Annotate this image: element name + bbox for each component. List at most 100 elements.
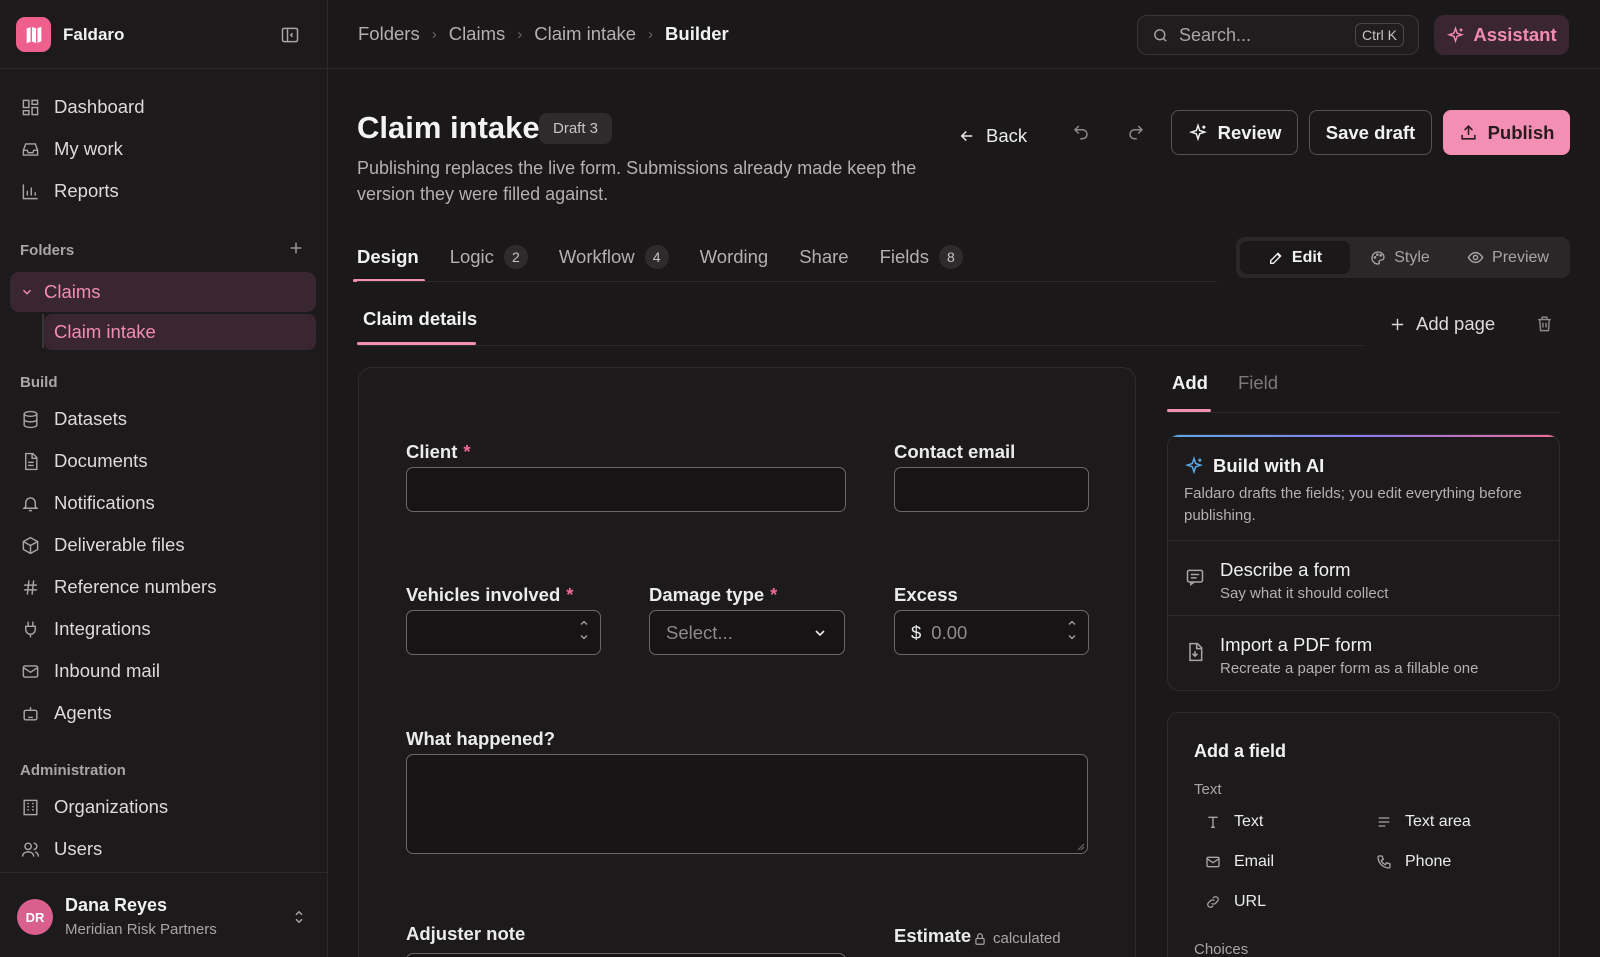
add-email-field[interactable]: Email <box>1204 853 1274 871</box>
tab-logic[interactable]: Logic 2 <box>450 240 528 274</box>
tab-design[interactable]: Design <box>353 240 425 282</box>
user-name: Dana Reyes <box>65 895 168 915</box>
add-text-field[interactable]: Text <box>1204 813 1263 831</box>
text-group-label: Text <box>1194 781 1222 798</box>
add-folder-plus-icon[interactable] <box>288 240 304 256</box>
sidebar-item-organizations[interactable]: Organizations <box>10 788 316 826</box>
sidebar-item-inbound-mail[interactable]: Inbound mail <box>10 652 316 690</box>
tab-label: Logic <box>449 246 494 267</box>
add-page-button[interactable]: Add page <box>1389 313 1495 335</box>
user-menu[interactable]: DR Dana Reyes Meridian Risk Partners <box>0 872 328 957</box>
redo-icon[interactable] <box>1127 123 1145 141</box>
client-input[interactable] <box>406 467 846 512</box>
mode-switch: Edit Style Preview <box>1236 237 1570 278</box>
sidebar-item-label: My work <box>54 138 123 159</box>
add-url-field[interactable]: URL <box>1204 893 1266 911</box>
tab-field[interactable]: Field <box>1238 372 1278 394</box>
sidebar-item-notifications[interactable]: Notifications <box>10 484 316 522</box>
search-placeholder: Search... <box>1179 24 1252 45</box>
import-pdf-form-option[interactable]: Import a PDF form Recreate a paper form … <box>1168 615 1559 690</box>
hash-icon <box>20 577 40 597</box>
chevron-down-icon[interactable] <box>578 631 590 643</box>
assistant-button[interactable]: Assistant <box>1434 15 1569 55</box>
tab-share[interactable]: Share <box>799 240 848 274</box>
vehicles-label-text: Vehicles involved <box>406 584 561 605</box>
save-draft-button[interactable]: Save draft <box>1309 110 1432 155</box>
sidebar-item-deliverable-files[interactable]: Deliverable files <box>10 526 316 564</box>
breadcrumb-claim-intake[interactable]: Claim intake <box>534 23 636 45</box>
back-button[interactable]: Back <box>958 118 1027 154</box>
chevron-up-icon[interactable] <box>578 617 590 629</box>
review-button[interactable]: Review <box>1171 110 1298 155</box>
assistant-label: Assistant <box>1473 24 1557 45</box>
tab-workflow[interactable]: Workflow 4 <box>559 240 669 274</box>
brand[interactable]: Faldaro <box>16 17 124 52</box>
required-marker: * <box>566 584 574 605</box>
estimate-label: Estimate <box>894 925 972 946</box>
sidebar-item-label: Users <box>54 838 103 859</box>
sparkle-icon <box>1184 456 1204 476</box>
sidebar-item-claim-intake[interactable]: Claim intake <box>44 314 316 350</box>
damage-type-select[interactable]: Select... <box>649 610 845 655</box>
sidebar-folder-claims[interactable]: Claims <box>10 272 316 312</box>
sidebar-item-label: Documents <box>54 450 148 471</box>
sidebar-item-dashboard[interactable]: Dashboard <box>10 88 316 126</box>
tab-add[interactable]: Add <box>1172 372 1208 394</box>
bell-icon <box>20 493 40 513</box>
tab-wording[interactable]: Wording <box>700 240 769 274</box>
add-text-area-field[interactable]: Text area <box>1375 813 1471 831</box>
chevron-up-down-icon[interactable] <box>292 908 306 926</box>
build-with-ai-title[interactable]: Build with AI <box>1184 455 1324 477</box>
building-icon <box>20 797 40 817</box>
vehicles-number-input[interactable] <box>406 610 601 655</box>
trash-icon[interactable] <box>1535 314 1554 333</box>
sidebar-item-label: Deliverable files <box>54 534 185 555</box>
tab-fields[interactable]: Fields 8 <box>880 240 963 274</box>
sidebar-item-my-work[interactable]: My work <box>10 130 316 168</box>
app-name: Faldaro <box>63 24 125 44</box>
what-happened-label: What happened? <box>406 728 556 749</box>
add-page-label: Add page <box>1416 313 1496 334</box>
mode-style[interactable]: Style <box>1350 241 1450 274</box>
sidebar-item-label: Notifications <box>54 492 155 513</box>
what-happened-textarea[interactable] <box>406 754 1088 854</box>
sidebar-item-integrations[interactable]: Integrations <box>10 610 316 648</box>
sidebar-item-users[interactable]: Users <box>10 830 316 868</box>
excess-label: Excess <box>894 584 958 605</box>
mode-edit[interactable]: Edit <box>1240 241 1350 274</box>
publish-button[interactable]: Publish <box>1443 110 1570 155</box>
sidebar-item-label: Dashboard <box>54 96 145 117</box>
folders-section-label: Folders <box>20 242 75 259</box>
form-canvas: Client * Contact email Vehicles involved *… <box>358 367 1136 957</box>
number-stepper[interactable] <box>1066 617 1078 643</box>
chevron-right-icon: › <box>517 25 523 43</box>
chevron-down-icon[interactable] <box>1066 631 1078 643</box>
sidebar-item-datasets[interactable]: Datasets <box>10 400 316 438</box>
number-stepper[interactable] <box>578 617 590 643</box>
sparkle-icon <box>1188 122 1208 143</box>
undo-icon[interactable] <box>1072 123 1090 141</box>
chevron-up-icon[interactable] <box>1066 617 1078 629</box>
adjuster-note-input[interactable] <box>406 953 846 957</box>
mode-preview[interactable]: Preview <box>1450 241 1566 274</box>
client-label-text: Client <box>406 441 458 462</box>
contact-email-input[interactable] <box>894 467 1089 512</box>
palette-icon <box>1370 250 1386 266</box>
mode-label: Edit <box>1291 248 1323 266</box>
search-input[interactable]: Search... Ctrl K <box>1137 15 1419 55</box>
sidebar-item-documents[interactable]: Documents <box>10 442 316 480</box>
breadcrumb-claims[interactable]: Claims <box>449 23 506 45</box>
sidebar-item-agents[interactable]: Agents <box>10 694 316 732</box>
sidebar-item-reports[interactable]: Reports <box>10 172 316 210</box>
page-tab-claim-details[interactable]: Claim details <box>363 308 477 330</box>
add-phone-field[interactable]: Phone <box>1375 853 1451 871</box>
excess-currency-input[interactable]: $ 0.00 <box>894 610 1089 655</box>
folder-child-label: Claim intake <box>54 321 156 342</box>
resize-handle-icon[interactable] <box>1075 841 1085 851</box>
sidebar-item-reference-numbers[interactable]: Reference numbers <box>10 568 316 606</box>
breadcrumb-folders[interactable]: Folders <box>358 23 420 45</box>
plug-icon <box>20 619 40 639</box>
divider <box>0 68 327 69</box>
sidebar-collapse-icon[interactable] <box>280 25 300 45</box>
describe-a-form-option[interactable]: Describe a form Say what it should colle… <box>1168 540 1559 615</box>
